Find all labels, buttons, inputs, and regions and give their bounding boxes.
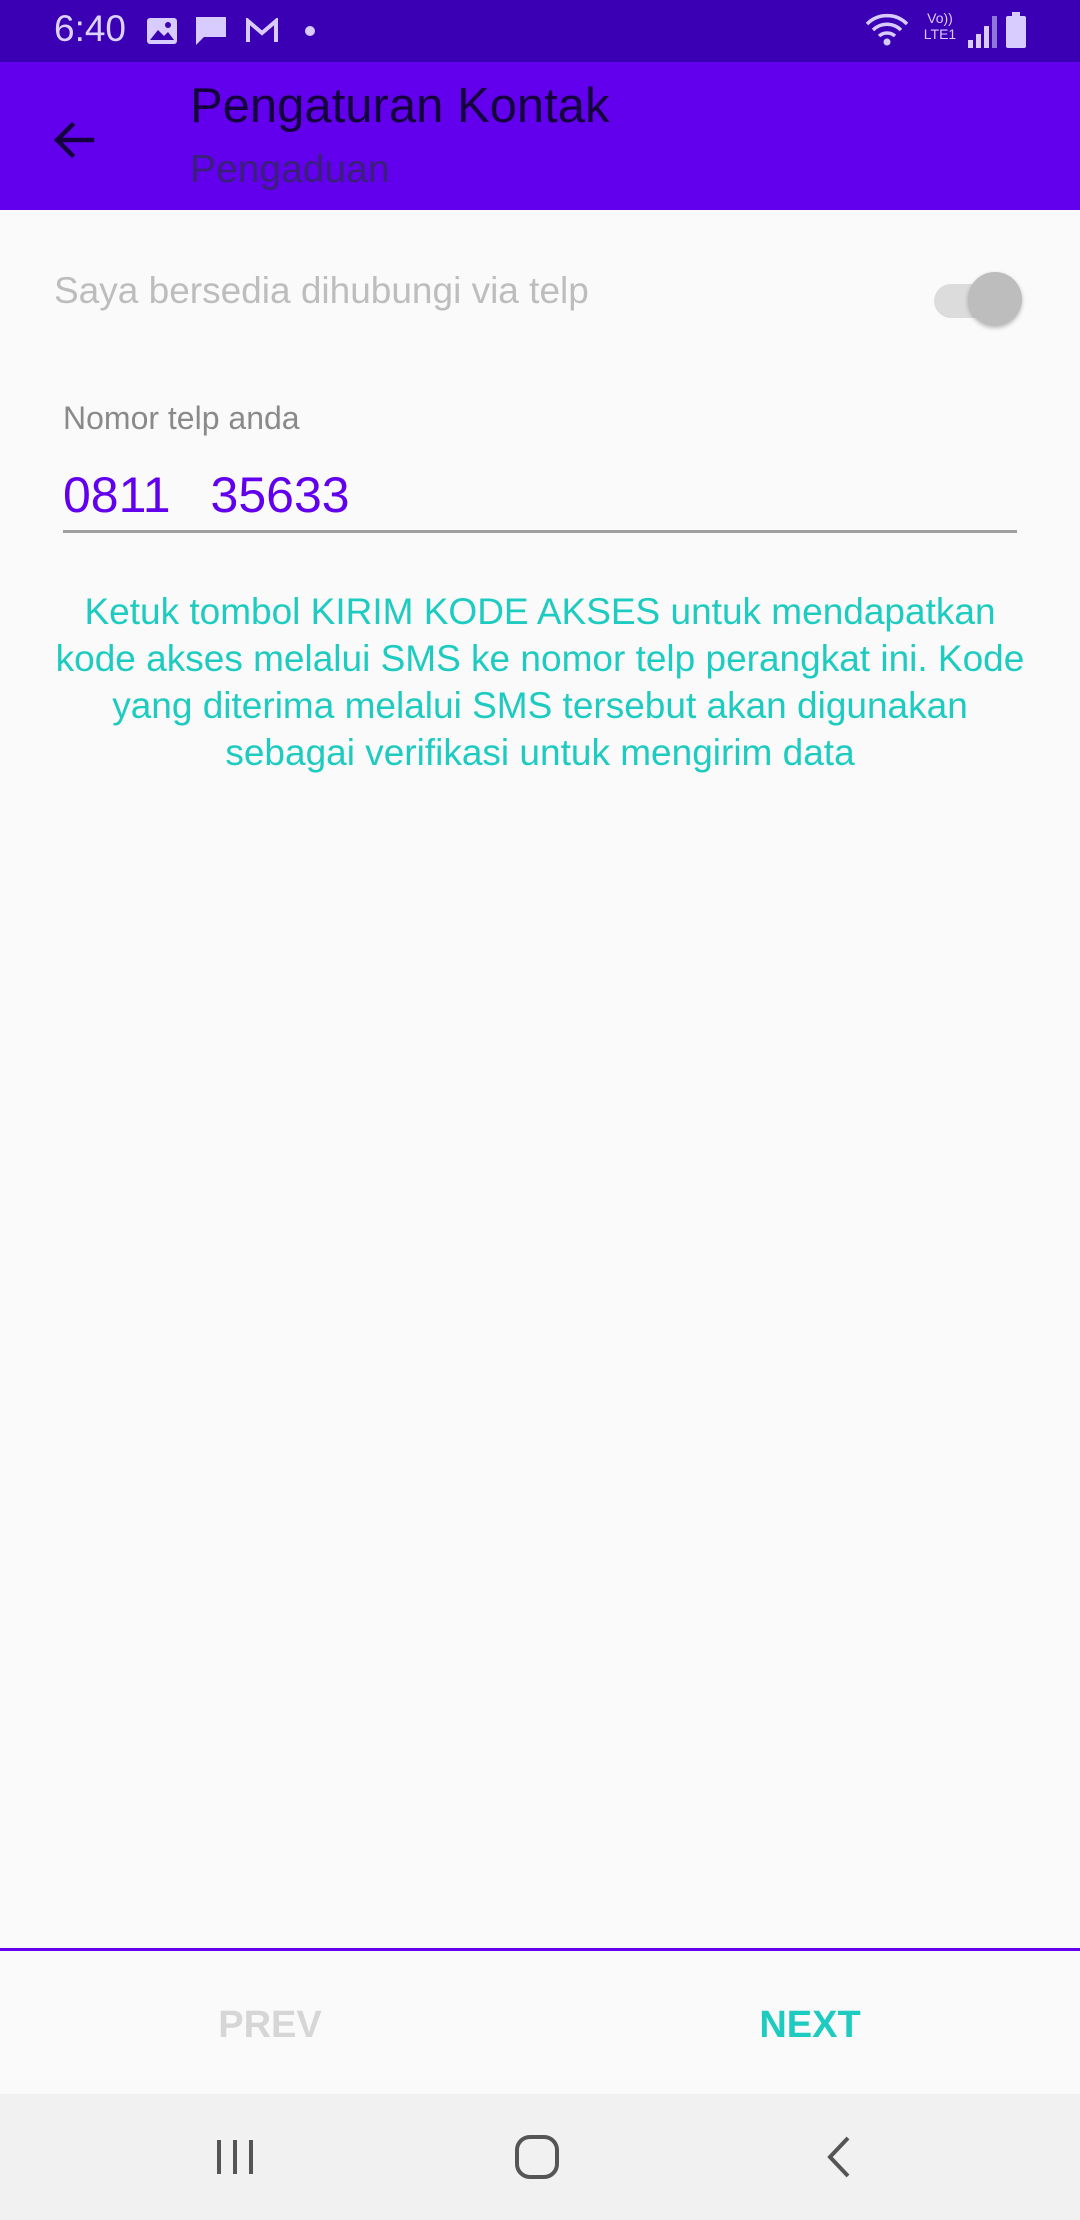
recent-apps-button[interactable] [190,2122,280,2192]
recent-apps-icon [217,2140,253,2174]
switch-thumb [968,272,1022,326]
gallery-notification-icon [144,14,180,48]
home-button[interactable] [492,2122,582,2192]
message-notification-icon [192,14,230,48]
battery-icon [1004,10,1028,50]
phone-number-input[interactable] [63,460,1017,533]
system-back-button[interactable] [794,2122,884,2192]
system-navigation-bar [0,2094,1080,2220]
gmail-notification-icon [244,14,280,48]
access-code-info-text: Ketuk tombol KIRIM KODE AKSES untuk mend… [55,591,1025,773]
prev-button[interactable]: PREV [180,1990,360,2060]
bottom-divider [0,1948,1080,1951]
app-bar: Pengaturan Kontak Pengaduan [0,62,1080,210]
home-icon [515,2135,559,2179]
arrow-back-icon [53,121,95,159]
phone-number-label: Nomor telp anda [63,400,300,436]
contact-by-phone-switch[interactable] [934,272,1022,326]
page-title: Pengaturan Kontak [190,79,610,133]
chevron-left-icon [827,2136,850,2178]
volte-lte-label: Vo)) LTE1 [923,10,957,42]
back-button[interactable] [36,102,112,178]
more-notifications-dot-icon [300,14,320,48]
status-bar: 6:40 Vo)) LTE1 [0,0,1080,62]
status-time: 6:40 [54,8,127,49]
signal-strength-icon [966,10,1000,50]
contact-by-phone-label: Saya bersedia dihubungi via telp [54,270,589,311]
page-subtitle: Pengaduan [190,148,390,191]
wifi-icon [864,10,910,50]
next-button[interactable]: NEXT [720,1990,900,2060]
